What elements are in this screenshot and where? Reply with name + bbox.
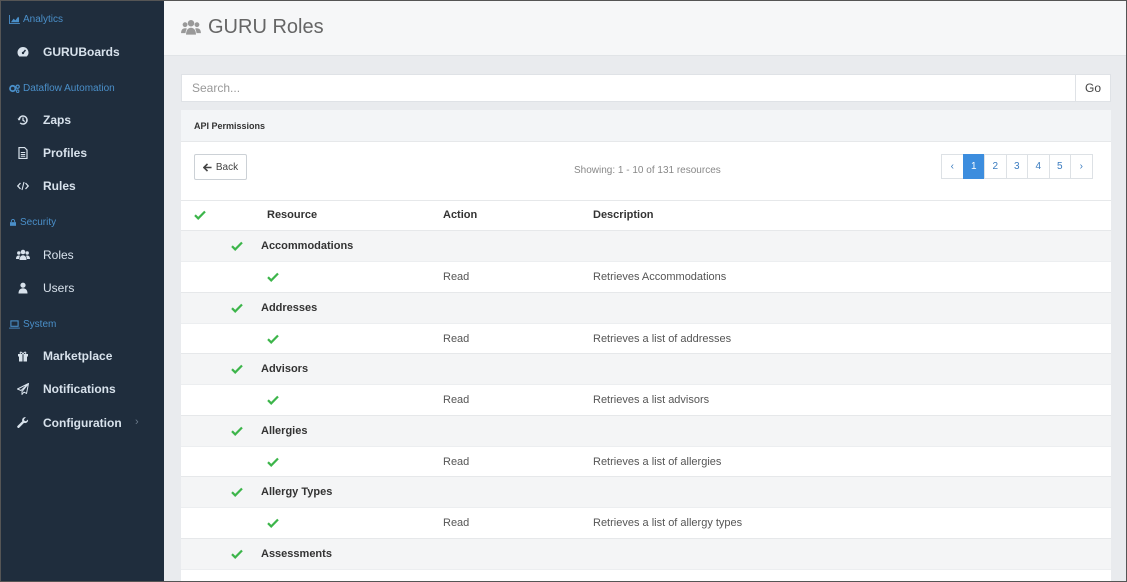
users-icon xyxy=(181,19,201,35)
check-icon[interactable] xyxy=(267,457,279,467)
resource-group-row: Accommodations xyxy=(181,230,1111,261)
sidebar-item-roles[interactable]: Roles xyxy=(1,244,164,266)
sidebar-item-notifications[interactable]: Notifications xyxy=(1,378,164,400)
page-4-button[interactable]: 4 xyxy=(1027,154,1050,179)
user-icon xyxy=(16,281,30,295)
cogs-icon xyxy=(9,84,20,93)
next-page-button[interactable]: › xyxy=(1070,154,1093,179)
check-icon[interactable] xyxy=(231,241,243,251)
sidebar-section-system: System xyxy=(9,319,56,330)
resource-name: Assessments xyxy=(261,548,332,560)
column-header-action: Action xyxy=(443,209,478,221)
go-button[interactable]: Go xyxy=(1075,75,1110,101)
permission-action: Read xyxy=(443,271,470,283)
sidebar-item-zaps[interactable]: Zaps xyxy=(1,109,164,131)
search-input[interactable] xyxy=(182,75,1076,101)
resource-group-row: Addresses xyxy=(181,292,1111,323)
file-text-icon xyxy=(16,146,30,160)
check-icon[interactable] xyxy=(267,518,279,528)
check-icon[interactable] xyxy=(267,334,279,344)
sidebar-item-configuration[interactable]: Configuration › xyxy=(1,412,164,434)
permission-row: Read Retrieves a list of addresses xyxy=(181,323,1111,354)
permission-description: Retrieves a list of allergy types xyxy=(593,517,743,529)
permission-description: Retrieves a list of addresses xyxy=(593,333,732,345)
resource-name: Advisors xyxy=(261,363,309,375)
page-2-button[interactable]: 2 xyxy=(984,154,1007,179)
page-header: GURU Roles xyxy=(164,1,1126,56)
permission-action: Read xyxy=(443,394,470,406)
column-header-description: Description xyxy=(593,209,654,221)
sidebar-item-guruboards[interactable]: GURUBoards xyxy=(1,41,164,63)
check-icon[interactable] xyxy=(231,303,243,313)
permission-row: Read Retrieves a list of allergies xyxy=(181,446,1111,477)
column-header-resource: Resource xyxy=(267,209,318,221)
app-window: Analytics GURUBoards Dataflow Automation… xyxy=(0,0,1127,582)
resource-name: Accommodations xyxy=(261,240,354,252)
tachometer-icon xyxy=(16,45,30,59)
permission-row: Read Retrieves a list of allergy types xyxy=(181,507,1111,538)
permission-action: Read xyxy=(443,333,470,345)
lock-icon xyxy=(10,219,16,226)
laptop-icon xyxy=(9,320,20,329)
search-bar: Go xyxy=(181,74,1111,102)
arrow-left-icon xyxy=(202,162,212,172)
resource-name: Allergy Types xyxy=(261,486,333,498)
resource-name: Allergies xyxy=(261,425,308,437)
check-icon[interactable] xyxy=(231,487,243,497)
sidebar-item-users[interactable]: Users xyxy=(1,277,164,299)
gift-icon xyxy=(16,349,30,363)
sidebar-item-profiles[interactable]: Profiles xyxy=(1,142,164,164)
results-count: Showing: 1 - 10 of 131 resources xyxy=(574,165,721,176)
page-5-button[interactable]: 5 xyxy=(1048,154,1071,179)
history-icon xyxy=(16,113,30,127)
permission-description: Retrieves a list advisors xyxy=(593,394,710,406)
users-icon xyxy=(16,248,30,262)
page-title: GURU Roles xyxy=(180,16,324,39)
sidebar: Analytics GURUBoards Dataflow Automation… xyxy=(1,1,164,581)
permission-row: Read Retrieves Accommodations xyxy=(181,261,1111,292)
check-icon[interactable] xyxy=(231,364,243,374)
permission-action: Read xyxy=(443,456,470,468)
check-icon[interactable] xyxy=(231,426,243,436)
resource-group-row: Allergy Types xyxy=(181,476,1111,507)
table-header: Resource Action Description xyxy=(181,200,1111,230)
sidebar-section-analytics: Analytics xyxy=(9,14,63,25)
page-1-button[interactable]: 1 xyxy=(962,154,985,179)
permission-description: Retrieves Accommodations xyxy=(593,271,727,283)
sidebar-item-marketplace[interactable]: Marketplace xyxy=(1,345,164,367)
sidebar-item-rules[interactable]: Rules xyxy=(1,175,164,197)
panel-title: API Permissions xyxy=(194,121,266,131)
api-permissions-panel: API Permissions Back Showing: 1 - 10 of … xyxy=(181,110,1111,581)
back-button[interactable]: Back xyxy=(194,154,247,180)
wrench-icon xyxy=(16,416,30,430)
pagination: ‹ 1 2 3 4 5 › xyxy=(941,154,1093,179)
check-icon[interactable] xyxy=(267,395,279,405)
resource-group-row: Allergies xyxy=(181,415,1111,446)
permission-row xyxy=(181,569,1111,581)
paper-plane-icon xyxy=(16,382,30,396)
permission-action: Read xyxy=(443,517,470,529)
sidebar-section-security: Security xyxy=(9,217,56,228)
select-all-check-icon[interactable] xyxy=(194,210,206,220)
resource-name: Addresses xyxy=(261,302,318,314)
check-icon[interactable] xyxy=(231,549,243,559)
page-3-button[interactable]: 3 xyxy=(1005,154,1028,179)
panel-header: API Permissions xyxy=(181,110,1111,142)
permission-description: Retrieves a list of allergies xyxy=(593,456,722,468)
chevron-right-icon: › xyxy=(135,416,139,428)
sidebar-section-dataflow: Dataflow Automation xyxy=(9,83,115,94)
prev-page-button[interactable]: ‹ xyxy=(941,154,964,179)
check-icon[interactable] xyxy=(267,272,279,282)
resource-group-row: Assessments xyxy=(181,538,1111,569)
permission-row: Read Retrieves a list advisors xyxy=(181,384,1111,415)
code-icon xyxy=(16,179,30,193)
area-chart-icon xyxy=(9,15,20,24)
resource-group-row: Advisors xyxy=(181,353,1111,384)
